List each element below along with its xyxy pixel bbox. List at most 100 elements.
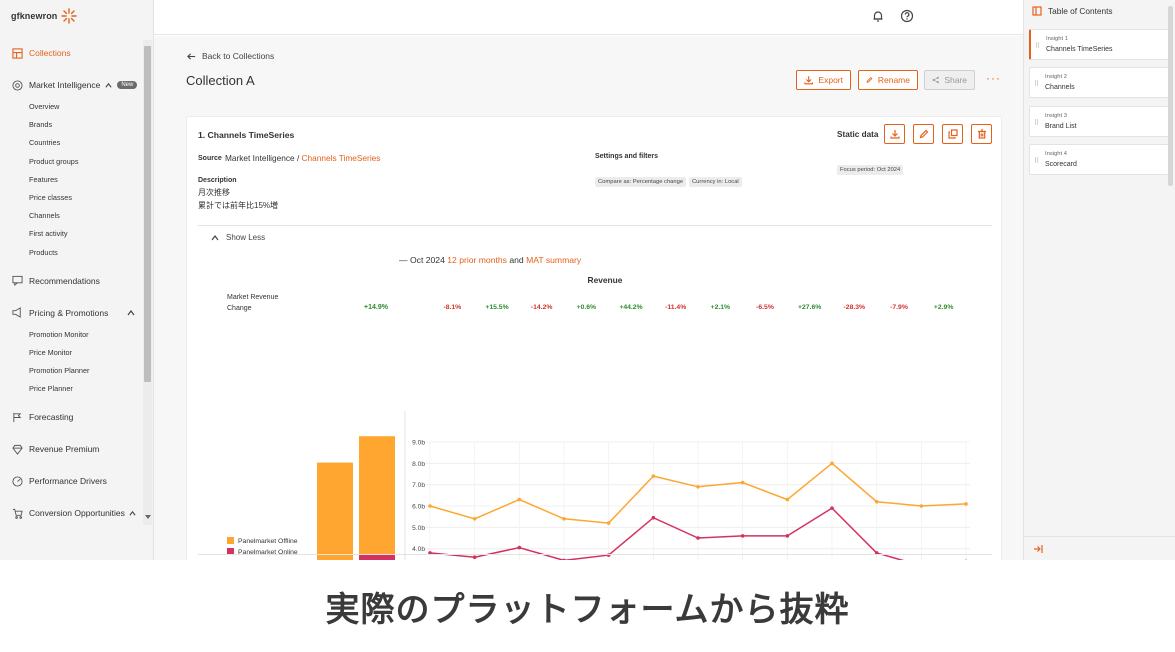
toc-scrollbar[interactable] — [1168, 6, 1173, 186]
market-intelligence-submenu: Overview Brands Countries Product groups Fea… — [0, 98, 143, 262]
toc-item-index: Insight 4 — [1045, 150, 1067, 157]
data-point — [517, 545, 522, 550]
source-label: Source — [198, 155, 222, 162]
table-of-contents-panel: Table of Contents ⠿ Insight 1 Channels Tim… — [1023, 0, 1175, 560]
data-point — [562, 517, 566, 521]
download-icon — [804, 76, 814, 85]
sidebar-item-forecasting[interactable]: Forecasting — [0, 404, 143, 430]
data-point — [696, 485, 700, 489]
y-tick-label: 9.0b — [412, 440, 425, 447]
gfknewron-logo[interactable]: gfknewron — [11, 8, 78, 24]
drag-handle-icon[interactable]: ⠿ — [1034, 80, 1039, 88]
drag-handle-icon[interactable]: ⠿ — [1034, 119, 1039, 127]
sidebar-item-label: Conversion Opportunities — [29, 508, 125, 519]
change-label: -14.2% — [531, 304, 553, 311]
y-tick-label: 4.0b — [412, 546, 425, 553]
drag-handle-icon[interactable]: ⠿ — [1034, 157, 1039, 165]
bell-icon[interactable] — [871, 9, 885, 23]
data-point — [740, 534, 745, 538]
change-label: -6.5% — [756, 304, 774, 311]
y-tick-label: 6.0b — [412, 504, 425, 511]
card-divider-bottom — [198, 554, 992, 555]
toc-item-name: Channels TimeSeries — [1046, 46, 1113, 53]
chevron-up-icon[interactable] — [105, 82, 112, 89]
export-button[interactable]: Export — [796, 70, 851, 90]
prior-months-link[interactable]: 12 prior months — [447, 255, 507, 265]
main-content: Back to Collections Collection A Export … — [154, 36, 1023, 560]
change-label: +44.2% — [619, 304, 642, 311]
toc-item[interactable]: ⠿ Insight 1 Channels TimeSeries — [1029, 29, 1169, 60]
sidebar-item-brands[interactable]: Brands — [0, 116, 143, 134]
description-line-2: 累計では前年比15%増 — [198, 201, 279, 210]
data-point — [874, 499, 879, 504]
help-icon[interactable] — [900, 9, 914, 23]
toc-item[interactable]: ⠿ Insight 2 Channels — [1029, 67, 1169, 99]
legend-label: Panelmarket Offline — [238, 538, 298, 545]
sidebar-scroll-thumb[interactable] — [144, 46, 151, 382]
toc-item-index: Insight 2 — [1045, 74, 1067, 81]
chevron-up-icon[interactable] — [129, 510, 136, 517]
compare-chip: Compare as: Percentage change — [595, 177, 687, 187]
insight-card: 1. Channels TimeSeries Static data Sourc… — [186, 116, 1002, 560]
sidebar-item-recommendations[interactable]: Recommendations — [0, 268, 143, 294]
change-label: -8.1% — [443, 304, 461, 311]
toc-item-name: Brand List — [1045, 122, 1077, 130]
sidebar-item-collections[interactable]: Collections — [0, 40, 143, 66]
share-icon — [932, 76, 939, 84]
description-label: Description — [198, 177, 237, 184]
insight-title: 1. Channels TimeSeries — [198, 130, 295, 140]
currency-chip: Currency in: Local — [689, 177, 742, 187]
sidebar-item-performance-drivers[interactable]: Performance Drivers — [0, 468, 143, 494]
sidebar-item-promotion-planner[interactable]: Promotion Planner — [0, 362, 143, 380]
sidebar-item-channels[interactable]: Channels — [0, 207, 143, 225]
chat-icon — [12, 276, 23, 287]
sidebar-item-price-monitor[interactable]: Price Monitor — [0, 344, 143, 362]
mat-summary-link[interactable]: MAT summary — [526, 255, 581, 265]
chevron-up-icon[interactable] — [127, 309, 135, 317]
sidebar-item-product-groups[interactable]: Product groups — [0, 153, 143, 171]
gauge-icon — [12, 476, 23, 487]
edit-button[interactable] — [913, 124, 934, 144]
more-options-button[interactable]: ··· — [986, 71, 1001, 85]
collapse-panel-icon[interactable] — [1033, 544, 1043, 554]
sidebar-item-conversion-opportunities[interactable]: Conversion Opportunities — [0, 500, 143, 526]
toc-item[interactable]: ⠿ Insight 3 Brand List — [1029, 105, 1169, 137]
sidebar-item-overview[interactable]: Overview — [0, 98, 143, 116]
show-less-toggle[interactable]: Show Less — [211, 233, 265, 242]
sidebar-item-features[interactable]: Features — [0, 171, 143, 189]
new-badge: New — [117, 81, 138, 89]
sidebar-nav: Collections Market Intelligence New Over… — [0, 40, 143, 526]
source-link[interactable]: Channels TimeSeries — [302, 153, 381, 163]
sidebar-item-label: Forecasting — [29, 412, 74, 423]
back-to-collections-link[interactable]: Back to Collections — [187, 51, 274, 61]
download-button[interactable] — [884, 124, 905, 144]
duplicate-button[interactable] — [942, 124, 963, 144]
change-label: -11.4% — [665, 304, 686, 311]
sidebar-item-first-activity[interactable]: First activity — [0, 225, 143, 243]
toc-item[interactable]: ⠿ Insight 4 Scorecard — [1029, 143, 1169, 175]
page-title: Collection A — [186, 73, 255, 88]
legend-swatch — [227, 537, 234, 544]
download-icon — [889, 130, 900, 139]
data-point — [651, 474, 656, 478]
change-label: -28.3% — [844, 304, 866, 311]
change-label: +15.5% — [485, 304, 508, 311]
data-point — [428, 504, 432, 508]
drag-handle-icon[interactable]: ⠿ — [1035, 42, 1040, 50]
sidebar-item-price-planner[interactable]: Price Planner — [0, 380, 143, 398]
sidebar-item-market-intelligence[interactable]: Market Intelligence New — [0, 72, 143, 98]
sidebar-item-revenue-premium[interactable]: Revenue Premium — [0, 436, 143, 462]
sidebar: gfknewron Collections Market Intelligenc… — [0, 0, 154, 560]
sidebar-item-promotion-monitor[interactable]: Promotion Monitor — [0, 326, 143, 344]
sidebar-item-products[interactable]: Products — [0, 244, 143, 262]
scroll-down-arrow[interactable] — [145, 515, 151, 519]
sidebar-item-pricing-promotions[interactable]: Pricing & Promotions — [0, 300, 143, 326]
toc-item-index: Insight 1 — [1046, 36, 1068, 42]
sidebar-item-countries[interactable]: Countries — [0, 134, 143, 152]
sidebar-item-label: Revenue Premium — [29, 444, 100, 455]
delete-button[interactable] — [971, 124, 992, 144]
share-button[interactable]: Share — [924, 70, 975, 90]
rename-button[interactable]: Rename — [858, 70, 918, 90]
sidebar-item-price-classes[interactable]: Price classes — [0, 189, 143, 207]
left-panel-title-line-1: Market Revenue — [227, 294, 278, 301]
